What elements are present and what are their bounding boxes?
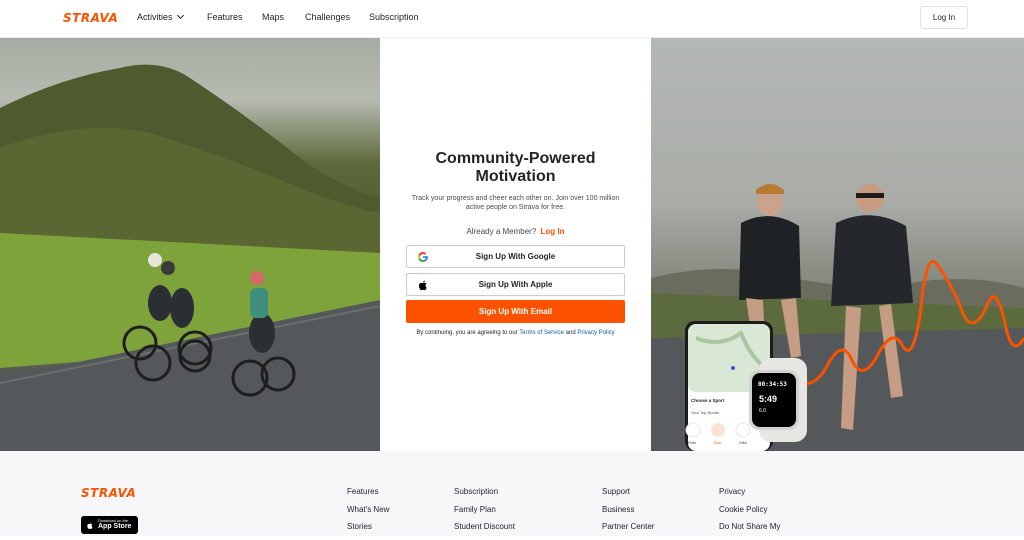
nav-subscription[interactable]: Subscription [369,12,419,22]
phone-sport-ride[interactable]: Ride [688,440,696,445]
footer-link-do-not-share[interactable]: Do Not Share My [719,522,780,540]
cyclists-photo [0,38,380,451]
footer-link-features[interactable]: Features [347,487,389,505]
strava-logo[interactable]: STRAVA [63,11,118,25]
footer-link-family-plan[interactable]: Family Plan [454,505,515,523]
footer-column-1: Features What's New Stories [347,487,389,540]
apple-icon [87,522,93,529]
terms-and: and [565,330,576,336]
cyclists-illustration [0,64,380,451]
nav-maps[interactable]: Maps [262,12,284,22]
nav-activities-label: Activities [137,12,173,22]
runners-illustration [651,184,1024,451]
app-store-text: Download on the App Store [98,519,131,531]
footer-link-partner-center[interactable]: Partner Center [602,522,654,540]
footer-column-3: Support Business Partner Center [602,487,654,540]
nav-activities[interactable]: Activities [137,11,184,22]
watch-distance: 6.0 [759,408,766,414]
headline-line-2: Motivation [475,168,556,185]
footer-link-student-discount[interactable]: Student Discount [454,522,515,540]
apple-icon [418,280,427,291]
footer-strava-logo[interactable]: STRAVA [81,486,136,500]
phone-top-sports: Your Top Sports [691,410,720,415]
terms-of-service-link[interactable]: Terms of Service [519,330,564,336]
email-signup-button[interactable]: Sign Up With Email [406,300,625,323]
footer-link-support[interactable]: Support [602,487,654,505]
apple-signup-label: Sign Up With Apple [478,280,553,289]
google-signup-button[interactable]: Sign Up With Google [406,245,625,268]
phone-sport-run[interactable]: Run [714,440,721,445]
runners-photo: Choose a Sport Your Top Sports Ride Run … [651,38,1024,451]
nav-features[interactable]: Features [207,12,243,22]
watch-mockup [749,358,807,442]
signup-panel: Community-Powered Motivation Track your … [380,38,651,451]
google-signup-label: Sign Up With Google [475,252,556,261]
google-icon [418,252,428,262]
apple-signup-button[interactable]: Sign Up With Apple [406,273,625,296]
footer-column-2: Subscription Family Plan Student Discoun… [454,487,515,540]
login-button[interactable]: Log In [920,6,968,29]
terms-prefix: By continuing, you are agreeing to our [416,330,518,336]
hero-headline: Community-Powered Motivation [380,150,651,186]
top-header: STRAVA Activities Features Maps Challeng… [0,0,1024,38]
watch-pace: 5:49 [759,394,778,404]
footer-link-whats-new[interactable]: What's New [347,505,389,523]
app-store-big-text: App Store [98,523,132,530]
member-prompt: Already a Member? Log In [380,227,651,236]
terms-notice: By continuing, you are agreeing to our T… [380,330,651,336]
footer-column-4: Privacy Cookie Policy Do Not Share My [719,487,780,540]
phone-sport-hike[interactable]: Hike [739,440,747,445]
watch-time: 00:34:53 [758,381,787,388]
app-store-badge[interactable]: Download on the App Store [81,516,138,534]
member-login-link[interactable]: Log In [541,227,565,236]
hero-subtitle: Track your progress and cheer each other… [411,195,620,211]
nav-challenges[interactable]: Challenges [305,12,350,22]
footer-link-subscription[interactable]: Subscription [454,487,515,505]
site-footer: STRAVA Download on the App Store Feature… [0,451,1024,536]
footer-link-business[interactable]: Business [602,505,654,523]
footer-link-stories[interactable]: Stories [347,522,389,540]
hero-section: Community-Powered Motivation Track your … [0,38,1024,451]
privacy-policy-link[interactable]: Privacy Policy [577,330,614,336]
headline-line-1: Community-Powered [435,150,596,167]
phone-choose-sport: Choose a Sport [691,398,725,403]
chevron-down-icon [176,11,184,20]
footer-link-privacy[interactable]: Privacy [719,487,780,505]
member-text: Already a Member? [466,227,537,236]
footer-link-cookie-policy[interactable]: Cookie Policy [719,505,780,523]
